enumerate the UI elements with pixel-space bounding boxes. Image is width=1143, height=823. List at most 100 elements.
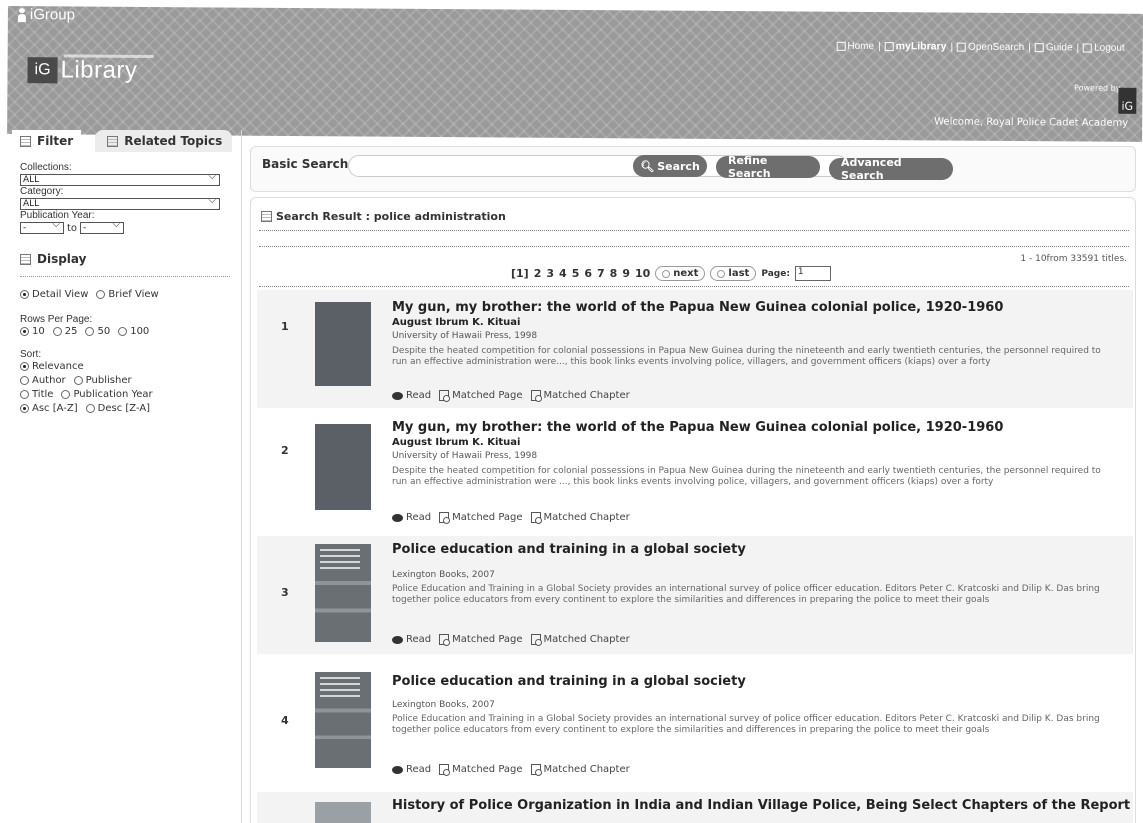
- nav-separator: |: [878, 40, 881, 52]
- matched-page-link[interactable]: Matched Page: [439, 764, 523, 776]
- document-search-icon: [530, 764, 542, 776]
- sort-relevance-option[interactable]: Relevance: [20, 361, 84, 372]
- page-link-4[interactable]: 4: [559, 267, 567, 280]
- next-page-button[interactable]: next: [655, 266, 706, 281]
- page-link-6[interactable]: 6: [584, 267, 592, 280]
- rows-50-option[interactable]: 50: [85, 326, 110, 337]
- display-section-title: Display: [20, 252, 230, 277]
- advanced-search-button[interactable]: Advanced Search: [829, 156, 953, 182]
- matched-chapter-link[interactable]: Matched Chapter: [530, 390, 630, 402]
- order-desc-option[interactable]: Desc [Z-A]: [85, 403, 150, 414]
- matched-page-link[interactable]: Matched Page: [439, 390, 523, 402]
- result-description: Police Education and Training in a Globa…: [392, 714, 1100, 735]
- ig-library-logo[interactable]: iG Library: [27, 54, 154, 85]
- book-cover[interactable]: [315, 672, 371, 768]
- result-title[interactable]: My gun, my brother: the world of the Pap…: [392, 300, 1003, 315]
- book-cover[interactable]: [315, 302, 371, 386]
- matched-chapter-link[interactable]: Matched Chapter: [530, 764, 630, 776]
- magnifier-icon: 🔍︎: [640, 159, 655, 173]
- page-link-1[interactable]: [1]: [511, 267, 529, 280]
- sort-author-option[interactable]: Author: [20, 375, 66, 386]
- read-link[interactable]: Read: [392, 634, 431, 645]
- radio-icon: [85, 327, 95, 336]
- read-link[interactable]: Read: [392, 512, 431, 523]
- search-button[interactable]: 🔍︎ Search: [633, 155, 707, 177]
- top-navigation: Home | myLibrary | OpenSearch | Guide | …: [836, 40, 1125, 54]
- sort-options-1: Relevance: [20, 361, 233, 372]
- nav-logout[interactable]: Logout: [1083, 42, 1125, 53]
- page-link-9[interactable]: 9: [622, 267, 630, 280]
- sort-title-option[interactable]: Title: [20, 389, 53, 400]
- result-author[interactable]: August Ibrum K. Kituai: [392, 437, 520, 448]
- rows-100-option[interactable]: 100: [118, 326, 149, 337]
- collections-select[interactable]: ALL: [20, 172, 220, 186]
- page-link-7[interactable]: 7: [597, 267, 605, 280]
- order-options: Asc [A-Z] Desc [Z-A]: [20, 403, 233, 414]
- book-cover[interactable]: [315, 802, 371, 823]
- read-link[interactable]: Read: [392, 390, 431, 401]
- tab-filter[interactable]: Filter: [12, 130, 82, 152]
- nav-separator: |: [1076, 41, 1080, 53]
- result-item: 2 My gun, my brother: the world of the P…: [257, 412, 1133, 532]
- sort-options-3: Title Publication Year: [20, 389, 233, 400]
- result-number: 2: [281, 444, 289, 457]
- sort-publication-year-option[interactable]: Publication Year: [61, 389, 153, 400]
- nav-mylibrary[interactable]: myLibrary: [884, 40, 947, 53]
- brief-view-option[interactable]: Brief View: [96, 289, 159, 300]
- matched-chapter-link[interactable]: Matched Chapter: [530, 634, 630, 646]
- book-cover[interactable]: [315, 544, 371, 642]
- tab-related-topics[interactable]: Related Topics: [95, 130, 233, 152]
- page-link-2[interactable]: 2: [534, 267, 542, 280]
- search-bar: Basic Search: 🔍︎ Search Refine Search Ad…: [250, 146, 1136, 192]
- matched-page-link[interactable]: Matched Page: [439, 512, 523, 524]
- pagination: [1] 2 3 4 5 6 7 8 9 10 next last Page: 1: [511, 266, 831, 281]
- year-to-select[interactable]: -: [80, 220, 125, 234]
- result-count: 1 - 10from 33591 titles.: [1020, 254, 1127, 264]
- result-title[interactable]: My gun, my brother: the world of the Pap…: [392, 420, 1003, 435]
- category-select[interactable]: ALL: [20, 196, 220, 210]
- page-link-10[interactable]: 10: [635, 267, 650, 280]
- page-link-8[interactable]: 8: [610, 267, 618, 280]
- sort-publisher-option[interactable]: Publisher: [73, 375, 132, 386]
- radio-icon: [85, 404, 95, 413]
- year-to-label: to: [67, 222, 78, 234]
- divider: [259, 246, 1129, 247]
- read-link[interactable]: Read: [392, 764, 431, 775]
- result-title[interactable]: Police education and training in a globa…: [392, 542, 746, 557]
- opensearch-icon: [957, 42, 967, 52]
- radio-icon: [96, 290, 106, 299]
- detail-view-option[interactable]: Detail View: [20, 289, 88, 300]
- result-author[interactable]: August Ibrum K. Kituai: [392, 317, 520, 328]
- logo-tagline-bar: [63, 54, 154, 59]
- page-link-5[interactable]: 5: [572, 267, 580, 280]
- rows-25-option[interactable]: 25: [52, 326, 77, 337]
- nav-home[interactable]: Home: [836, 40, 874, 52]
- radio-icon: [73, 376, 83, 385]
- nav-guide[interactable]: Guide: [1034, 42, 1073, 53]
- order-asc-option[interactable]: Asc [A-Z]: [20, 403, 78, 414]
- matched-page-link[interactable]: Matched Page: [439, 634, 523, 646]
- result-title[interactable]: Police education and training in a globa…: [392, 674, 746, 689]
- last-page-button[interactable]: last: [710, 266, 757, 281]
- page-number-input[interactable]: 1: [794, 266, 831, 281]
- category-label: Category:: [20, 186, 64, 197]
- document-search-icon: [439, 764, 451, 776]
- rows-10-option[interactable]: 10: [20, 326, 45, 337]
- refine-search-button[interactable]: Refine Search: [716, 154, 820, 180]
- year-from-select[interactable]: -: [20, 220, 64, 234]
- result-item: 1 My gun, my brother: the world of the P…: [257, 290, 1133, 408]
- book-cover[interactable]: [315, 424, 371, 510]
- igroup-brand[interactable]: iGroup: [18, 6, 75, 23]
- result-title[interactable]: History of Police Organization in India …: [392, 798, 1130, 813]
- document-search-icon: [530, 512, 542, 524]
- matched-chapter-link[interactable]: Matched Chapter: [530, 512, 630, 524]
- arrow-icon: [717, 269, 726, 278]
- cover-title-lines: [320, 677, 360, 701]
- collections-label: Collections:: [20, 162, 72, 173]
- powered-by-label: Powered by: [1074, 83, 1121, 93]
- result-publisher: Lexington Books, 2007: [392, 700, 495, 710]
- nav-opensearch[interactable]: OpenSearch: [957, 41, 1024, 53]
- radio-icon: [61, 390, 71, 399]
- page-link-3[interactable]: 3: [546, 267, 554, 280]
- welcome-message: Welcome, Royal Police Cadet Academy: [934, 116, 1129, 129]
